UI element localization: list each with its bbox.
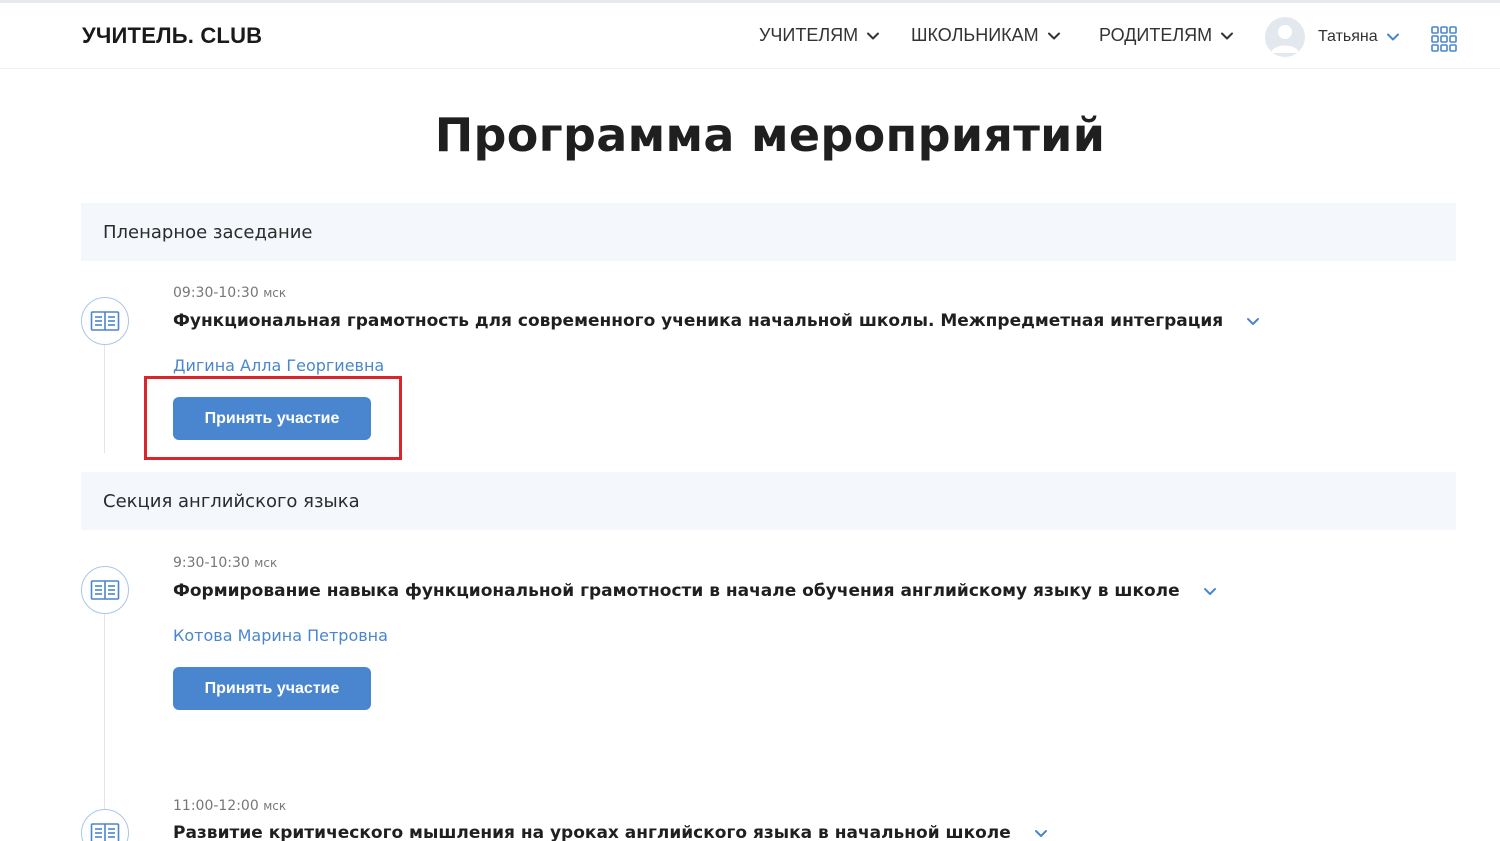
top-header: УЧИТЕЛЬ. CLUB УЧИТЕЛЯМ ШКОЛЬНИКАМ РОДИТЕ…	[0, 0, 1500, 69]
nav-students[interactable]: ШКОЛЬНИКАМ	[911, 25, 1061, 46]
section-english: Секция английского языка	[81, 472, 1456, 530]
book-icon	[81, 566, 129, 614]
chevron-down-icon	[1386, 33, 1399, 41]
book-icon	[81, 297, 129, 345]
expand-chevron-icon[interactable]	[1245, 313, 1261, 329]
join-button[interactable]: Принять участие	[173, 397, 371, 440]
user-menu[interactable]: Татьяна	[1265, 17, 1400, 57]
event-title: Развитие критического мышления на уроках…	[173, 823, 1049, 841]
apps-grid-icon[interactable]	[1431, 26, 1457, 52]
nav-teachers[interactable]: УЧИТЕЛЯМ	[759, 25, 880, 46]
page-title: Программа мероприятий	[434, 108, 1106, 162]
chevron-down-icon	[1047, 32, 1060, 39]
chevron-down-icon	[1221, 32, 1234, 39]
user-name: Татьяна	[1318, 28, 1378, 45]
section-plenary: Пленарное заседание	[81, 203, 1456, 261]
speaker-link[interactable]: Дигина Алла Георгиевна	[173, 356, 384, 375]
nav-teachers-label: УЧИТЕЛЯМ	[759, 25, 859, 45]
speaker-link[interactable]: Котова Марина Петровна	[173, 626, 388, 645]
site-logo[interactable]: УЧИТЕЛЬ. CLUB	[82, 23, 262, 49]
user-avatar-icon	[1265, 17, 1305, 57]
book-icon	[81, 809, 129, 841]
expand-chevron-icon[interactable]	[1033, 825, 1049, 841]
event-title: Функциональная грамотность для современн…	[173, 311, 1261, 331]
nav-parents[interactable]: РОДИТЕЛЯМ	[1099, 25, 1234, 46]
nav-parents-label: РОДИТЕЛЯМ	[1099, 25, 1213, 45]
chevron-down-icon	[867, 32, 880, 39]
event-time: 11:00-12:00 мск	[173, 798, 287, 814]
event-title: Формирование навыка функциональной грамо…	[173, 581, 1218, 601]
join-button[interactable]: Принять участие	[173, 667, 371, 710]
event-time: 9:30-10:30 мск	[173, 555, 278, 571]
event-time: 09:30-10:30 мск	[173, 285, 287, 301]
timeline-line	[104, 345, 105, 453]
timeline-line	[104, 614, 105, 809]
expand-chevron-icon[interactable]	[1202, 583, 1218, 599]
nav-students-label: ШКОЛЬНИКАМ	[911, 25, 1039, 45]
